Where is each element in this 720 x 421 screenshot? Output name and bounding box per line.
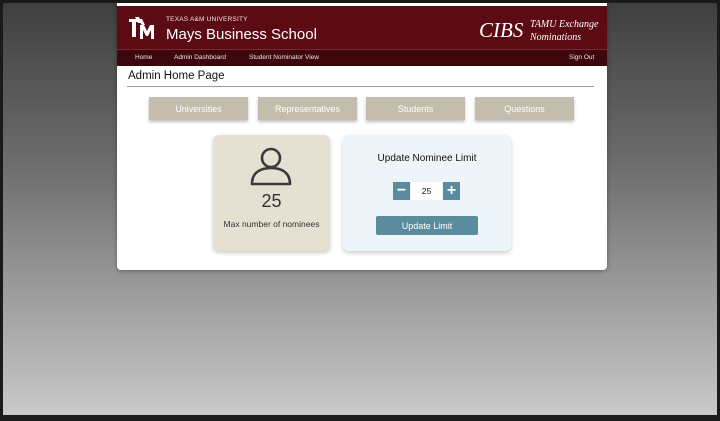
max-nominees-label: Max number of nominees (223, 219, 320, 229)
page-title: Admin Home Page (128, 70, 225, 82)
browser-viewport: TEXAS A&M UNIVERSITY Mays Business Schoo… (3, 3, 717, 415)
nominee-limit-input[interactable] (411, 182, 442, 200)
tab-students[interactable]: Students (366, 97, 465, 120)
header-banner: TEXAS A&M UNIVERSITY Mays Business Schoo… (117, 6, 607, 49)
nav-admin-dashboard-link[interactable]: Admin Dashboard (174, 54, 226, 61)
nav-home-link[interactable]: Home (135, 54, 152, 61)
tab-questions[interactable]: Questions (475, 97, 574, 120)
program-subtitle-line1: TAMU Exchange (530, 19, 599, 30)
decrement-button[interactable]: − (393, 182, 410, 200)
title-divider (127, 86, 594, 87)
max-nominees-value: 25 (261, 191, 282, 211)
app-container: TEXAS A&M UNIVERSITY Mays Business Schoo… (117, 3, 607, 270)
school-name: Mays Business School (166, 26, 317, 43)
program-subtitle-line2: Nominations (530, 32, 582, 43)
tab-representatives[interactable]: Representatives (258, 97, 357, 120)
update-limit-button[interactable]: Update Limit (376, 216, 478, 235)
tamu-logo-icon[interactable] (126, 15, 158, 43)
nominee-count-card: 25 Max number of nominees (213, 135, 330, 251)
university-name: TEXAS A&M UNIVERSITY (166, 16, 248, 23)
nav-sign-out-link[interactable]: Sign Out (569, 54, 594, 61)
tab-universities[interactable]: Universities (149, 97, 248, 120)
program-subtitle: TAMU Exchange Nominations (530, 18, 598, 44)
person-icon (250, 147, 292, 186)
update-limit-title: Update Nominee Limit (377, 153, 477, 164)
nav-student-nominator-view-link[interactable]: Student Nominator View (249, 54, 319, 61)
increment-button[interactable]: + (443, 182, 460, 200)
program-logo-text: CIBS (479, 18, 524, 42)
update-limit-card: Update Nominee Limit − + Update Limit (343, 135, 511, 251)
nav-bar: Home Admin Dashboard Student Nominator V… (117, 49, 607, 66)
